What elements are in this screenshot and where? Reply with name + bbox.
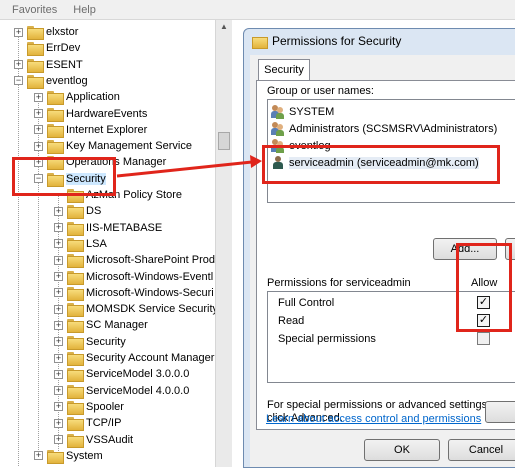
- annotation-arrow: [116, 155, 262, 178]
